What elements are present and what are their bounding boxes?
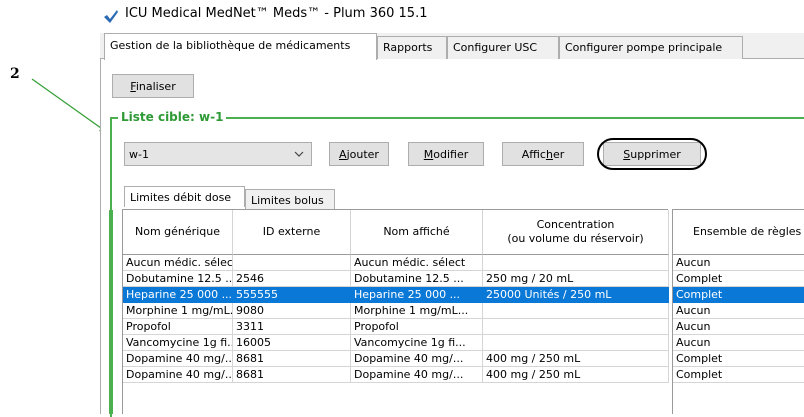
cell-ruleset: Complet — [673, 287, 804, 303]
target-list-title: Liste cible: w-1 — [118, 110, 227, 124]
cell-display-name: Heparine 25 000 ... — [351, 287, 483, 303]
cell-external-id: 8681 — [233, 351, 351, 367]
tab-reports[interactable]: Rapports — [377, 36, 447, 59]
delete-highlight-ring — [597, 138, 707, 170]
table-row[interactable]: Vancomycine 1g fi... 16005 Vancomycine 1g … — [123, 335, 669, 351]
cell-external-id: 2546 — [233, 271, 351, 287]
cell-generic-name: Vancomycine 1g fi... — [123, 335, 233, 351]
target-list-select[interactable]: w-1 — [124, 142, 312, 166]
header-external-id[interactable]: ID externe — [233, 210, 351, 255]
table-row[interactable]: Propofol 3311 Propofol — [123, 319, 669, 335]
add-label: Ajouter — [339, 147, 379, 161]
table-row[interactable]: Dopamine 40 mg/... 8681 Dopamine 40 mg/...… — [123, 351, 669, 367]
header-concentration[interactable]: Concentration (ou volume du réservoir) — [483, 210, 669, 255]
cell-external-id: 16005 — [233, 335, 351, 351]
header-generic-name[interactable]: Nom générique — [123, 210, 233, 255]
cell-generic-name: Dopamine 40 mg/... — [123, 367, 233, 383]
cell-display-name: Propofol — [351, 319, 483, 335]
cell-ruleset: Complet — [673, 367, 804, 383]
cell-display-name: Vancomycine 1g fi... — [351, 335, 483, 351]
table-row[interactable]: Aucun — [673, 255, 804, 271]
finalize-label: Finaliser — [130, 79, 176, 93]
cell-concentration — [483, 255, 669, 271]
cell-display-name: Dopamine 40 mg/... — [351, 367, 483, 383]
cell-concentration: 400 mg / 250 mL — [483, 367, 669, 383]
cell-concentration — [483, 335, 669, 351]
cell-ruleset: Aucun — [673, 255, 804, 271]
app-check-icon — [104, 10, 118, 23]
header-concentration-line1: Concentration — [536, 218, 615, 231]
cell-concentration: 400 mg / 250 mL — [483, 351, 669, 367]
header-ruleset[interactable]: Ensemble de règles — [673, 210, 804, 255]
ruleset-table: Ensemble de règles Aucun Complet Complet Au… — [672, 209, 804, 414]
cell-generic-name: Dopamine 40 mg/... — [123, 351, 233, 367]
cell-external-id — [233, 255, 351, 271]
table-row[interactable]: Aucun — [673, 335, 804, 351]
table-row[interactable]: Aucun — [673, 319, 804, 335]
finalize-button[interactable]: Finaliser — [112, 74, 194, 98]
table-row[interactable]: Heparine 25 000 ... 555555 Heparine 25 000… — [123, 287, 669, 303]
table-row[interactable]: Aucun — [673, 303, 804, 319]
show-label: Afficher — [521, 147, 565, 161]
cell-display-name: Aucun médic. sélect — [351, 255, 483, 271]
cell-ruleset: Aucun — [673, 303, 804, 319]
header-concentration-line2: (ou volume du réservoir) — [507, 232, 644, 245]
cell-concentration: 250 mg / 20 mL — [483, 271, 669, 287]
cell-ruleset: Aucun — [673, 319, 804, 335]
modify-label: Modifier — [423, 147, 469, 161]
group-left-border — [109, 210, 113, 414]
table-row[interactable]: Aucun médic. sélect Aucun médic. sélect — [123, 255, 669, 271]
table-row[interactable]: Complet — [673, 367, 804, 383]
table-row[interactable]: Complet — [673, 287, 804, 303]
cell-display-name: Dobutamine 12.5 ... — [351, 271, 483, 287]
chevron-down-icon[interactable] — [293, 148, 305, 160]
show-button[interactable]: Afficher — [502, 142, 584, 166]
cell-display-name: Morphine 1 mg/mL... — [351, 303, 483, 319]
cell-generic-name: Heparine 25 000 ... — [123, 287, 233, 303]
cell-concentration: 25000 Unités / 250 mL — [483, 287, 669, 303]
table-row[interactable]: Dopamine 40 mg/... 8681 Dopamine 40 mg/...… — [123, 367, 669, 383]
table-row[interactable]: Dobutamine 12.5 ... 2546 Dobutamine 12.5 .… — [123, 271, 669, 287]
cell-external-id: 555555 — [233, 287, 351, 303]
drug-table: Nom générique ID externe Nom affiché Con… — [122, 209, 669, 414]
cell-concentration — [483, 303, 669, 319]
cell-ruleset: Aucun — [673, 335, 804, 351]
cell-generic-name: Propofol — [123, 319, 233, 335]
cell-external-id: 8681 — [233, 367, 351, 383]
window-title: ICU Medical MedNet™ Meds™ - Plum 360 15.… — [125, 6, 428, 21]
table-row[interactable]: Complet — [673, 351, 804, 367]
table-row[interactable]: Complet — [673, 271, 804, 287]
tab-configure-master-pump[interactable]: Configurer pompe principale — [559, 36, 743, 59]
cell-generic-name: Morphine 1 mg/mL... — [123, 303, 233, 319]
tab-drug-library[interactable]: Gestion de la bibliothèque de médicament… — [104, 33, 377, 60]
cell-generic-name: Aucun médic. sélect — [123, 255, 233, 271]
table-row[interactable]: Morphine 1 mg/mL... 9080 Morphine 1 mg/mL.… — [123, 303, 669, 319]
tab-bolus-limits[interactable]: Limites bolus — [245, 189, 335, 209]
cell-display-name: Dopamine 40 mg/... — [351, 351, 483, 367]
add-button[interactable]: Ajouter — [329, 142, 389, 166]
modify-button[interactable]: Modifier — [408, 142, 484, 166]
cell-ruleset: Complet — [673, 351, 804, 367]
cell-concentration — [483, 319, 669, 335]
callout-number: 2 — [10, 66, 20, 82]
cell-external-id: 3311 — [233, 319, 351, 335]
cell-generic-name: Dobutamine 12.5 ... — [123, 271, 233, 287]
tab-configure-usc[interactable]: Configurer USC — [447, 36, 559, 59]
cell-external-id: 9080 — [233, 303, 351, 319]
tab-dose-rate-limits[interactable]: Limites débit dose — [124, 186, 245, 207]
cell-ruleset: Complet — [673, 271, 804, 287]
header-display-name[interactable]: Nom affiché — [351, 210, 483, 255]
